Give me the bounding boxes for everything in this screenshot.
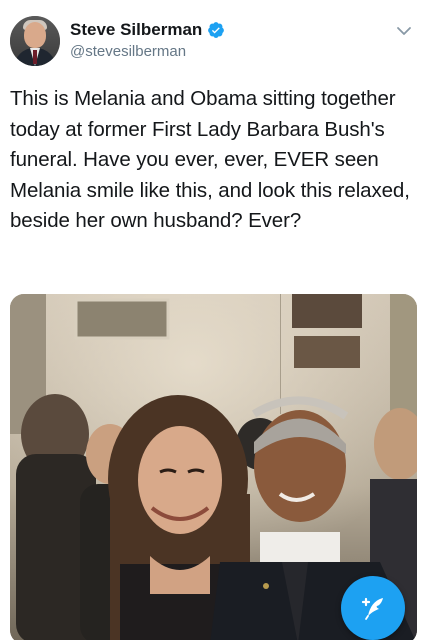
compose-tweet-button[interactable]: [341, 576, 405, 640]
tweet-text: This is Melania and Obama sitting togeth…: [10, 87, 410, 232]
author-name-row[interactable]: Steve Silberman: [70, 20, 225, 40]
author-avatar[interactable]: [10, 16, 60, 66]
chevron-down-icon[interactable]: [395, 22, 413, 40]
author-name[interactable]: Steve Silberman: [70, 20, 202, 40]
tweet-card: Steve Silberman @stevesilberman This is …: [0, 0, 427, 640]
compose-tweet-icon: [361, 597, 383, 620]
verified-badge-icon: [207, 21, 225, 39]
author-handle[interactable]: @stevesilberman: [70, 43, 186, 60]
